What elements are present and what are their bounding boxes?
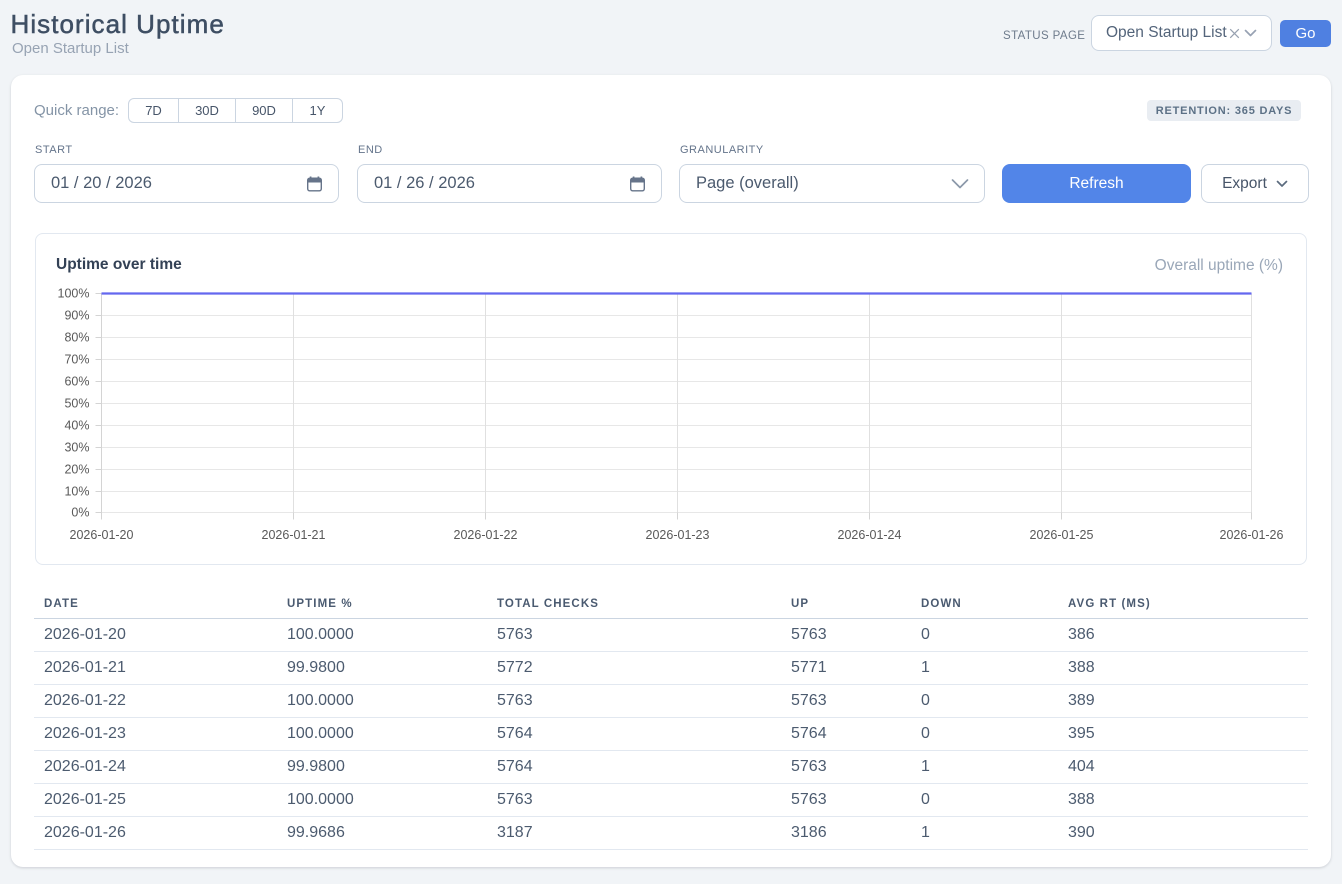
- svg-text:90%: 90%: [64, 309, 89, 323]
- svg-text:10%: 10%: [64, 485, 89, 499]
- svg-text:30%: 30%: [64, 441, 89, 455]
- svg-text:2026-01-23: 2026-01-23: [646, 528, 710, 542]
- svg-text:60%: 60%: [64, 375, 89, 389]
- svg-text:2026-01-21: 2026-01-21: [262, 528, 326, 542]
- svg-text:2026-01-24: 2026-01-24: [838, 528, 902, 542]
- svg-text:80%: 80%: [64, 331, 89, 345]
- svg-text:100%: 100%: [58, 287, 90, 301]
- svg-text:70%: 70%: [64, 353, 89, 367]
- svg-text:2026-01-20: 2026-01-20: [70, 528, 134, 542]
- svg-text:2026-01-26: 2026-01-26: [1220, 528, 1284, 542]
- svg-text:2026-01-25: 2026-01-25: [1030, 528, 1094, 542]
- svg-text:50%: 50%: [64, 397, 89, 411]
- svg-text:20%: 20%: [64, 463, 89, 477]
- svg-text:0%: 0%: [71, 506, 89, 520]
- svg-text:40%: 40%: [64, 419, 89, 433]
- svg-text:2026-01-22: 2026-01-22: [454, 528, 518, 542]
